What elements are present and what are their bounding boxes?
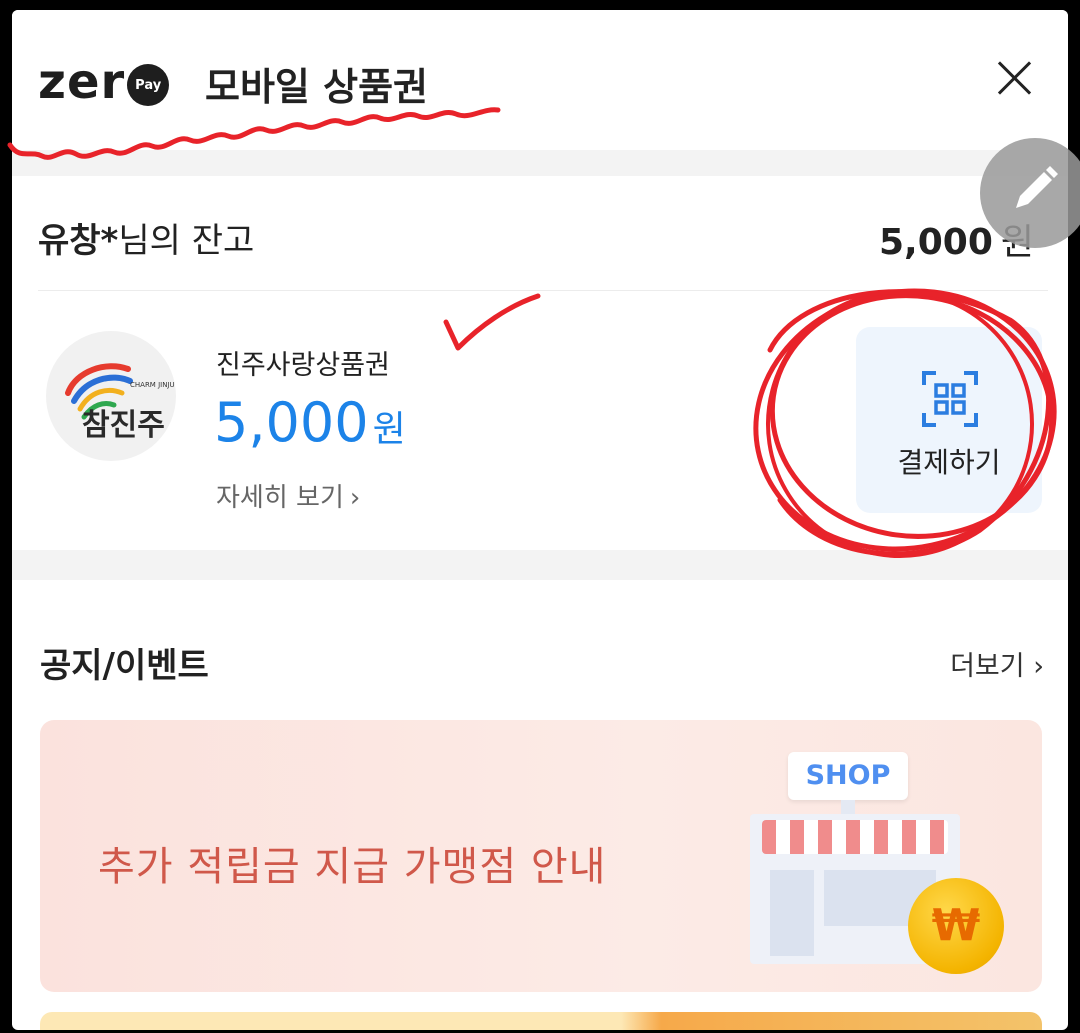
balance-label-suffix: 님의 잔고 (118, 221, 255, 261)
voucher-name: 진주사랑상품권 (216, 350, 390, 381)
voucher-amount-unit: 원 (372, 409, 406, 450)
banner-text: 추가 적립금 지급 가맹점 안내 (98, 844, 607, 890)
event-banner[interactable]: 추가 적립금 지급 가맹점 안내 SHOP ₩ (40, 720, 1042, 992)
page-title: 모바일 상품권 (205, 65, 428, 109)
won-coin-icon: ₩ (908, 878, 1004, 974)
voucher-amount-value: 5,000 (214, 391, 369, 454)
qr-scan-icon (922, 371, 978, 427)
close-icon[interactable] (990, 54, 1038, 102)
shop-awning (762, 820, 948, 854)
voucher-card: 참진주 CHARM JINJU 진주사랑상품권 5,000 원 자세히 보기 › 결… (12, 291, 1068, 553)
chevron-right-icon: › (1024, 651, 1044, 682)
balance-value: 5,000 (879, 222, 993, 263)
shop-door (770, 870, 814, 956)
section-divider (12, 550, 1068, 580)
balance-row: 유창*님의 잔고 5,000원 (12, 176, 1068, 290)
detail-link-label: 자세히 보기 (216, 483, 344, 513)
jinju-voucher-logo: 참진주 CHARM JINJU (46, 331, 176, 461)
app-screen: zer Pay 모바일 상품권 유창*님의 잔고 5,000원 참진주 CHAR… (12, 10, 1068, 1030)
zeropay-logo: zer Pay (38, 54, 170, 110)
more-link-label: 더보기 (950, 651, 1025, 682)
owner-name: 유창* (38, 221, 119, 261)
chevron-right-icon: › (349, 483, 361, 513)
notice-title: 공지/이벤트 (40, 646, 209, 686)
header: zer Pay 모바일 상품권 (12, 10, 1068, 150)
logo-text: zer (38, 54, 126, 110)
section-divider (12, 150, 1068, 176)
detail-link[interactable]: 자세히 보기 › (216, 477, 360, 514)
shop-sign: SHOP (788, 752, 908, 800)
next-banner-edge[interactable] (40, 1012, 1042, 1030)
voucher-amount: 5,000 원 (214, 391, 406, 454)
logo-small-text: CHARM JINJU (130, 381, 175, 389)
logo-badge-text: Pay (135, 77, 162, 93)
shop-sign-post (841, 800, 855, 814)
pencil-icon (1016, 166, 1058, 208)
pay-button-label: 결제하기 (897, 446, 1001, 479)
edit-button[interactable] (980, 138, 1080, 248)
logo-main-text: 참진주 (82, 408, 165, 443)
balance-label: 유창*님의 잔고 (38, 213, 254, 262)
more-link[interactable]: 더보기 › (950, 644, 1044, 683)
logo-pay-badge: Pay (127, 64, 170, 106)
pay-button[interactable]: 결제하기 (856, 327, 1042, 513)
